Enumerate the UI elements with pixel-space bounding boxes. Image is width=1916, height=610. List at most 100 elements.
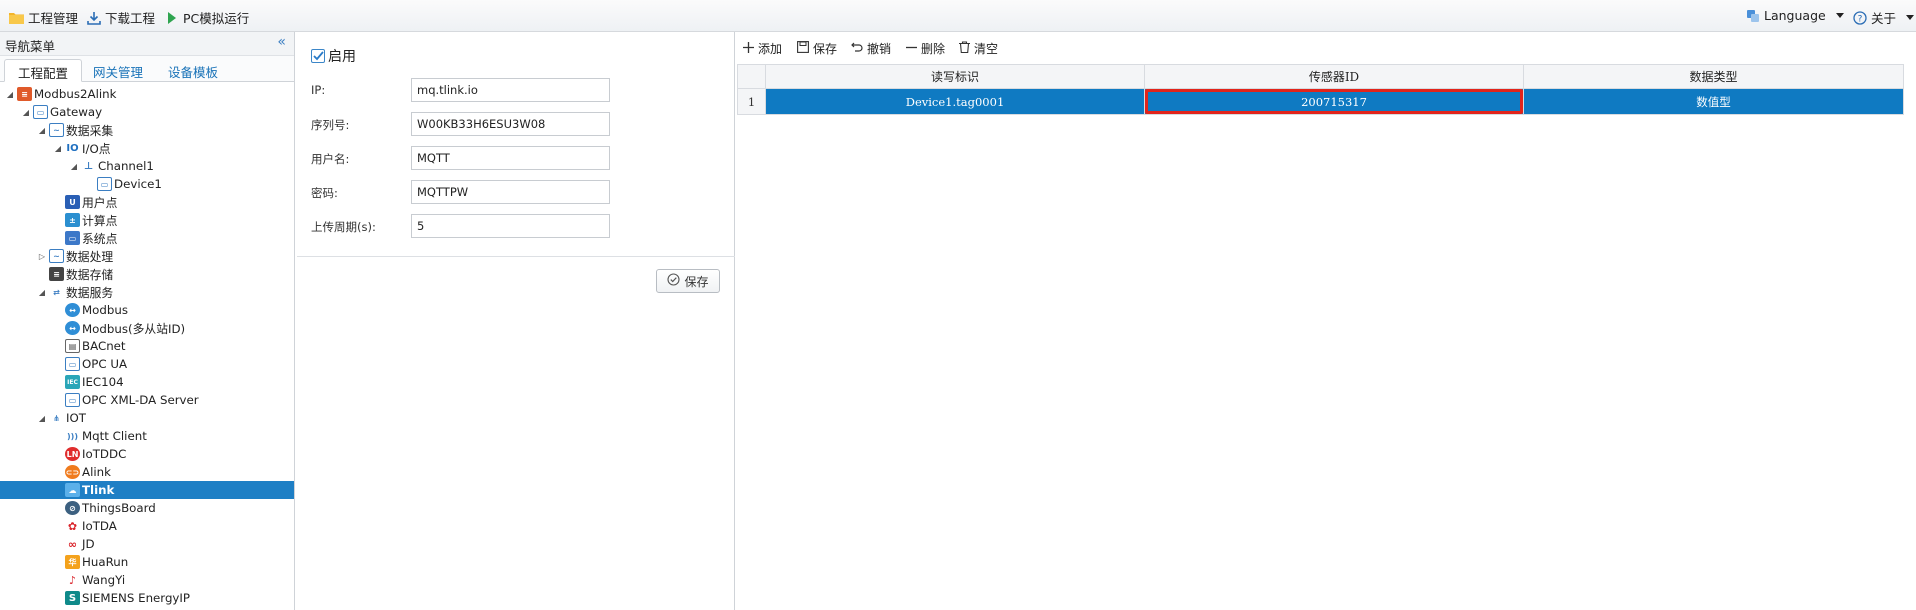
- tree-node-system-points[interactable]: ▭ 系统点: [0, 229, 294, 247]
- tree-node-device1[interactable]: ▭ Device1: [0, 175, 294, 193]
- row-number: 1: [737, 88, 766, 115]
- language-menu[interactable]: Language: [1745, 8, 1844, 23]
- table-row[interactable]: 1 Device1.tag0001 200715317 数值型: [737, 88, 1904, 115]
- expand-toggle-icon[interactable]: ◢: [37, 125, 47, 135]
- tree-node-data-collect[interactable]: ◢ ~ 数据采集: [0, 121, 294, 139]
- enable-checkbox[interactable]: [311, 49, 325, 63]
- expand-toggle-icon[interactable]: ◢: [21, 107, 31, 117]
- tree-node-io-points[interactable]: ◢ IO I/O点: [0, 139, 294, 157]
- tree-node-label: WangYi: [82, 573, 126, 587]
- tree-node-bacnet[interactable]: ▤ BACnet: [0, 337, 294, 355]
- top-toolbar: 工程管理 下载工程 PC模拟运行 Language ? 关于: [0, 0, 1916, 32]
- tree-node-calc-points[interactable]: ± 计算点: [0, 211, 294, 229]
- upload-period-label: 上传周期(s):: [311, 220, 376, 234]
- tab-gateway-management[interactable]: 网关管理: [80, 59, 156, 82]
- tree-node-label: JD: [82, 537, 95, 551]
- pc-simulate-menu[interactable]: PC模拟运行: [164, 8, 249, 27]
- tree-node-label: SIEMENS EnergyIP: [82, 591, 191, 605]
- serial-field[interactable]: [411, 112, 610, 136]
- username-field[interactable]: [411, 146, 610, 170]
- clear-button[interactable]: 清空: [959, 40, 998, 57]
- tree-node-iec104[interactable]: IEC IEC104: [0, 373, 294, 391]
- undo-label: 撤销: [867, 42, 892, 56]
- tree-node-label: Modbus: [82, 303, 128, 317]
- password-field[interactable]: [411, 180, 610, 204]
- tree-node-thingsboard[interactable]: ⊘ ThingsBoard: [0, 499, 294, 517]
- grid-save-button[interactable]: 保存: [797, 40, 837, 57]
- modbus-icon: ↔: [65, 303, 80, 317]
- tree-node-opc-ua[interactable]: ▭ OPC UA: [0, 355, 294, 373]
- collapse-sidebar-icon[interactable]: «: [277, 34, 286, 50]
- sensor-id-cell[interactable]: 200715317: [1144, 88, 1524, 115]
- tree-node-label: Mqtt Client: [82, 429, 147, 443]
- add-button[interactable]: 添加: [743, 40, 782, 57]
- tree-node-iot[interactable]: ◢ ⋔ IOT: [0, 409, 294, 427]
- user-points-icon: U: [65, 195, 80, 209]
- tree-node-tlink[interactable]: ☁ Tlink: [0, 481, 294, 499]
- tree-node-user-points[interactable]: U 用户点: [0, 193, 294, 211]
- opc-ua-icon: ▭: [65, 357, 80, 371]
- tab-device-template[interactable]: 设备模板: [155, 59, 231, 82]
- play-icon: [164, 10, 179, 25]
- tree-node-label: Modbus2Alink: [34, 87, 117, 101]
- tree-node-huarun[interactable]: 华 HuaRun: [0, 553, 294, 571]
- undo-icon: [851, 41, 863, 56]
- tree-node-iotddc[interactable]: LN IoTDDC: [0, 445, 294, 463]
- column-header-sensor-id[interactable]: 传感器ID: [1144, 64, 1524, 89]
- tree-node-data-storage[interactable]: ≡ 数据存储: [0, 265, 294, 283]
- tree-node-label: Tlink: [82, 483, 115, 497]
- tree-node-siemens[interactable]: S SIEMENS EnergyIP: [0, 589, 294, 607]
- tree-node-mqtt-client[interactable]: ))) Mqtt Client: [0, 427, 294, 445]
- upload-period-field[interactable]: [411, 214, 610, 238]
- tree-node-label: 数据处理: [66, 249, 114, 264]
- tree-node-root[interactable]: ◢ ≡ Modbus2Alink: [0, 85, 294, 103]
- expand-toggle-icon[interactable]: ◢: [69, 161, 79, 171]
- tree-node-jd[interactable]: ∞ JD: [0, 535, 294, 553]
- project-stack-icon: ≡: [17, 87, 32, 101]
- wangyi-icon: ♪: [65, 573, 80, 587]
- expand-toggle-icon[interactable]: ◢: [37, 287, 47, 297]
- data-type-cell[interactable]: 数值型: [1523, 88, 1904, 115]
- chevron-down-icon: [1835, 13, 1844, 18]
- enable-toggle[interactable]: 启用: [311, 46, 356, 66]
- tree-node-opc-xml[interactable]: ▭ OPC XML-DA Server: [0, 391, 294, 409]
- tree-node-gateway[interactable]: ◢ ▭ Gateway: [0, 103, 294, 121]
- tree-node-label: Modbus(多从站ID): [82, 321, 186, 336]
- tree-node-label: Alink: [82, 465, 111, 479]
- tag-cell[interactable]: Device1.tag0001: [765, 88, 1145, 115]
- tree-node-data-process[interactable]: ▷ ~ 数据处理: [0, 247, 294, 265]
- tree-node-modbus-multi[interactable]: ↔ Modbus(多从站ID): [0, 319, 294, 337]
- tree-node-wangyi[interactable]: ♪ WangYi: [0, 571, 294, 589]
- download-project-label: 下载工程: [105, 11, 156, 26]
- expand-toggle-icon[interactable]: ◢: [53, 143, 63, 153]
- form-row-password: 密码:: [311, 180, 731, 204]
- download-project-menu[interactable]: 下载工程: [86, 8, 155, 27]
- project-management-menu[interactable]: 工程管理: [9, 8, 78, 27]
- clear-label: 清空: [974, 42, 999, 56]
- ip-field[interactable]: [411, 78, 610, 102]
- undo-button[interactable]: 撤销: [851, 40, 891, 57]
- tree-node-label: IOT: [66, 411, 86, 425]
- tree-node-channel1[interactable]: ◢ ⊥ Channel1: [0, 157, 294, 175]
- tree-node-label: OPC XML-DA Server: [82, 393, 199, 407]
- column-header-data-type[interactable]: 数据类型: [1523, 64, 1904, 89]
- chart-monitor-icon: ~: [49, 123, 64, 137]
- tab-project-config[interactable]: 工程配置: [4, 59, 83, 82]
- expand-toggle-icon[interactable]: ◢: [37, 413, 47, 423]
- column-header-tag[interactable]: 读写标识: [765, 64, 1145, 89]
- about-menu[interactable]: ? 关于: [1852, 8, 1915, 27]
- form-save-button[interactable]: 保存: [656, 269, 720, 293]
- tree-node-label: ThingsBoard: [82, 501, 156, 515]
- check-circle-icon: [667, 273, 681, 289]
- iotddc-icon: LN: [65, 447, 80, 461]
- tree-node-alink[interactable]: ⊂⊃ Alink: [0, 463, 294, 481]
- delete-button[interactable]: 删除: [906, 40, 945, 57]
- password-label: 密码:: [311, 186, 338, 200]
- tree-node-data-service[interactable]: ◢ ⇄ 数据服务: [0, 283, 294, 301]
- tree-node-modbus[interactable]: ↔ Modbus: [0, 301, 294, 319]
- tree-node-iotda[interactable]: ✿ IoTDA: [0, 517, 294, 535]
- sensor-table: 读写标识 传感器ID 数据类型 1 Device1.tag0001 200715…: [737, 64, 1904, 115]
- about-label: 关于: [1871, 11, 1897, 26]
- expand-toggle-icon[interactable]: ◢: [5, 89, 15, 99]
- expand-toggle-icon[interactable]: ▷: [37, 251, 47, 261]
